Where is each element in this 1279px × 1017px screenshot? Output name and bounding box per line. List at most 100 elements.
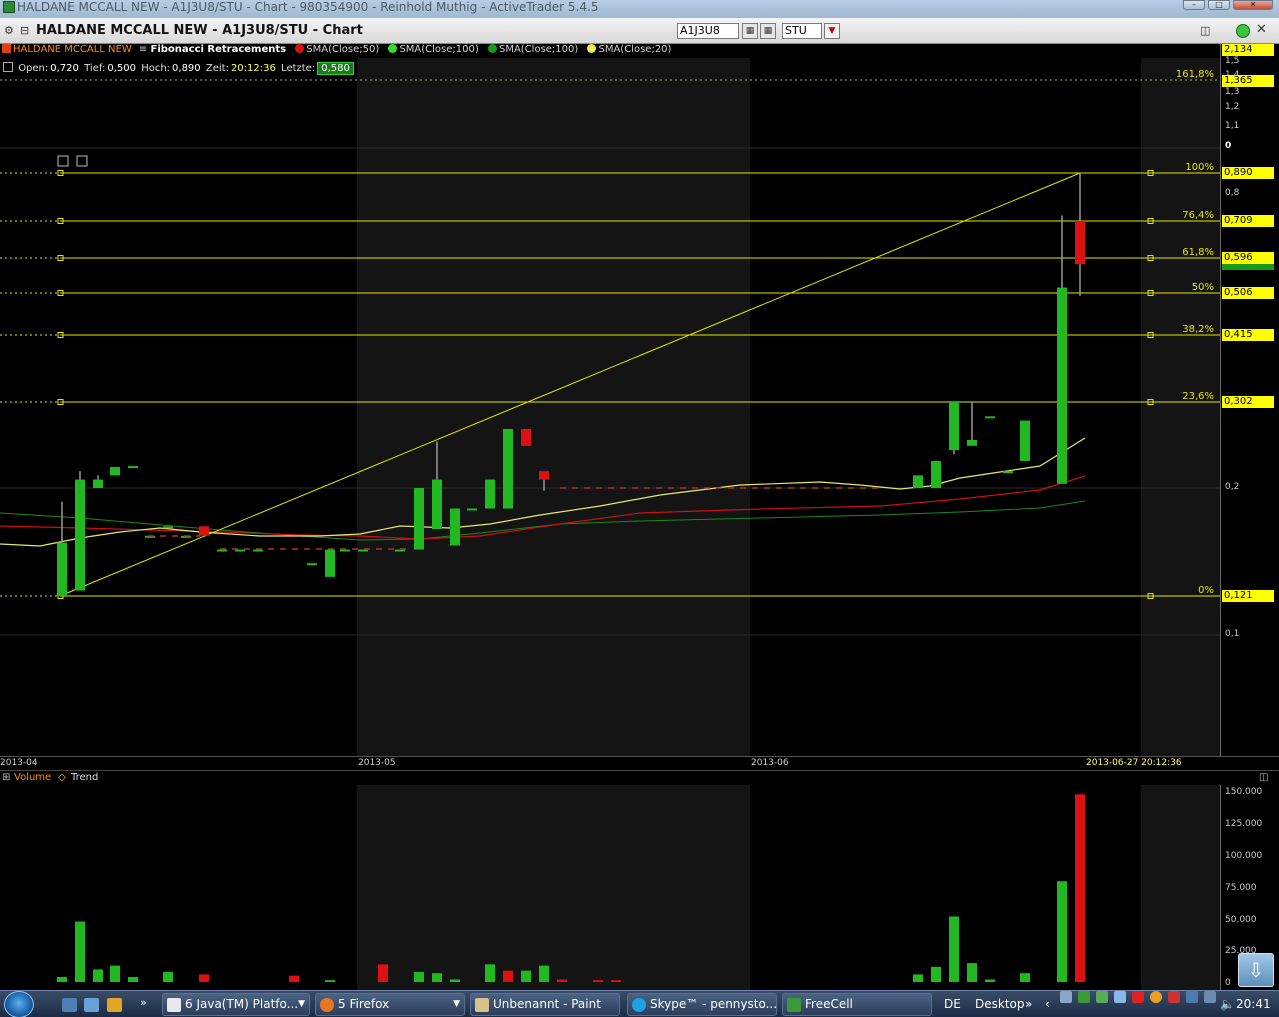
taskbar-freecell[interactable]: FreeCell	[782, 993, 932, 1016]
fib-price-box: 0,415	[1222, 329, 1274, 341]
start-button[interactable]	[4, 991, 44, 1017]
clock[interactable]: 20:41	[1236, 991, 1271, 1017]
candle-up	[163, 526, 173, 529]
volume-bar-up	[57, 976, 67, 982]
antivirus-icon[interactable]	[1132, 991, 1144, 1003]
symbol-search-icon[interactable]: ▦	[742, 23, 758, 39]
legend-volume[interactable]: Volume	[14, 772, 51, 783]
window-layout-icon[interactable]: ◫	[1200, 24, 1210, 37]
java-icon	[167, 998, 181, 1012]
indicator-legend: HALDANE MCCALL NEW ≡ Fibonacci Retraceme…	[0, 44, 1220, 58]
tray-expand-icon[interactable]: ‹	[1045, 991, 1050, 1017]
candle-up	[325, 549, 335, 577]
fib-level-label: 76,4%	[1182, 210, 1214, 221]
explorer-icon[interactable]	[84, 998, 99, 1012]
media-player-icon[interactable]	[107, 998, 122, 1012]
candle-up	[235, 549, 245, 552]
volume-band-future	[1141, 785, 1220, 990]
language-indicator[interactable]: DE	[944, 991, 961, 1017]
chart-window-header: ⚙ ⊟ HALDANE MCCALL NEW - A1J3U8/STU - Ch…	[0, 18, 1279, 44]
minimize-button[interactable]: –	[1183, 0, 1205, 10]
price-tick: 1,1	[1225, 121, 1240, 131]
link-icon[interactable]: ⊟	[20, 24, 29, 37]
high-value: 0,890	[172, 63, 201, 74]
info-icon[interactable]	[3, 62, 13, 72]
ohlc-info-row: Open: 0,720 Tief: 0,500 Hoch: 0,890 Zeit: 20…	[0, 62, 356, 76]
legend-instrument[interactable]: HALDANE MCCALL NEW	[0, 44, 132, 55]
legend-sma20[interactable]: SMA(Close;20)	[581, 44, 671, 55]
toolbar-more-icon[interactable]: »	[1025, 991, 1032, 1017]
tray-app-icon[interactable]	[1096, 991, 1108, 1003]
skype-icon	[632, 998, 646, 1012]
volume-tick: 150.000	[1225, 787, 1263, 797]
freecell-icon	[787, 998, 801, 1012]
exchange-input[interactable]: STU	[782, 23, 822, 39]
quicklaunch-more-icon[interactable]: »	[140, 996, 147, 1009]
tray-app-icon[interactable]	[1114, 991, 1126, 1003]
activetrader-app-icon	[3, 1, 15, 13]
volume-bar-down	[1075, 794, 1085, 982]
price-axis[interactable]: 2,134 1,5 1,4 1,3 1,2 1,1 0 0,8 0,2 0,1 …	[1220, 44, 1279, 768]
fib-price-box: 0,596	[1222, 252, 1274, 264]
taskbar-paint[interactable]: Unbenannt - Paint	[470, 993, 620, 1016]
fib-level-label: 161,8%	[1176, 69, 1214, 80]
candle-up	[913, 475, 923, 488]
candle-up	[307, 563, 317, 566]
network-icon[interactable]	[1186, 991, 1198, 1003]
symbol-list-icon[interactable]: ▦	[760, 23, 776, 39]
candle-up	[358, 549, 368, 552]
pane-options-icon[interactable]: ◫	[1259, 772, 1268, 783]
legend-fibonacci[interactable]: ≡ Fibonacci Retracements	[139, 44, 286, 55]
low-label: Tief:	[84, 63, 106, 74]
fib-level-label: 38,2%	[1182, 324, 1214, 335]
instrument-color-icon	[2, 44, 11, 53]
taskbar-skype[interactable]: Skype™ - pennysto...	[627, 993, 777, 1016]
tray-app-icon[interactable]	[1150, 991, 1162, 1003]
volume-bar-up	[325, 980, 335, 982]
volume-bar-up	[521, 970, 531, 982]
windows-taskbar: » 6 Java(TM) Platfo... ▼ 5 Firefox ▼ Unben…	[0, 990, 1279, 1017]
tray-app-icon[interactable]	[1168, 991, 1180, 1003]
legend-sma50[interactable]: SMA(Close;50)	[289, 44, 379, 55]
price-tick: 0,2	[1225, 482, 1240, 492]
desktop-toolbar[interactable]: Desktop	[975, 991, 1025, 1017]
tray-app-icon[interactable]	[1078, 991, 1090, 1003]
legend-sma100a[interactable]: SMA(Close;100)	[382, 44, 479, 55]
volume-speaker-icon[interactable]: 🔈	[1220, 991, 1235, 1017]
exchange-dropdown-icon[interactable]: ▼	[824, 23, 840, 39]
tray-app-icon[interactable]	[1060, 991, 1072, 1003]
open-value: 0,720	[50, 63, 79, 74]
last-value: 0,580	[317, 62, 354, 75]
candle-up	[450, 508, 460, 546]
candle-down	[1075, 221, 1085, 265]
taskbar-java[interactable]: 6 Java(TM) Platfo... ▼	[162, 993, 310, 1016]
price-tick: 1,2	[1225, 102, 1240, 112]
volume-bar-up	[414, 971, 424, 982]
maximize-button[interactable]: □	[1208, 0, 1230, 10]
month-band-may	[357, 58, 750, 768]
fib-level-label: 23,6%	[1182, 391, 1214, 402]
legend-trend[interactable]: Trend	[71, 772, 98, 783]
scroll-down-button[interactable]: ⇩	[1238, 953, 1274, 987]
legend-sma100b[interactable]: SMA(Close;100)	[482, 44, 578, 55]
candle-up	[1057, 287, 1067, 484]
show-desktop-icon[interactable]	[62, 998, 77, 1012]
volume-bar-up	[931, 966, 941, 982]
candle-up	[485, 479, 495, 509]
volume-settings-icon[interactable]: ⊞	[2, 772, 10, 783]
network-icon[interactable]	[1204, 991, 1216, 1003]
symbol-input[interactable]: A1J3U8	[677, 23, 739, 39]
price-chart[interactable]: 161,8% 100% 76,4% 61,8% 50% 38,2% 23,6% 0%	[0, 58, 1220, 768]
candle-up	[931, 461, 941, 488]
volume-tick: 125.000	[1225, 819, 1263, 829]
close-chart-icon[interactable]: ✕	[1256, 22, 1267, 37]
chart-settings-icon[interactable]: ⚙	[4, 24, 14, 37]
paint-icon	[475, 998, 489, 1012]
close-window-button[interactable]: ✕	[1233, 0, 1273, 10]
taskbar-firefox[interactable]: 5 Firefox ▼	[315, 993, 465, 1016]
fibonacci-icon: ≡	[138, 44, 148, 55]
candle-up	[1003, 471, 1013, 474]
volume-chart[interactable]	[0, 785, 1220, 990]
fib-price-box: 0,890	[1222, 167, 1274, 179]
volume-bar-up	[432, 973, 442, 982]
